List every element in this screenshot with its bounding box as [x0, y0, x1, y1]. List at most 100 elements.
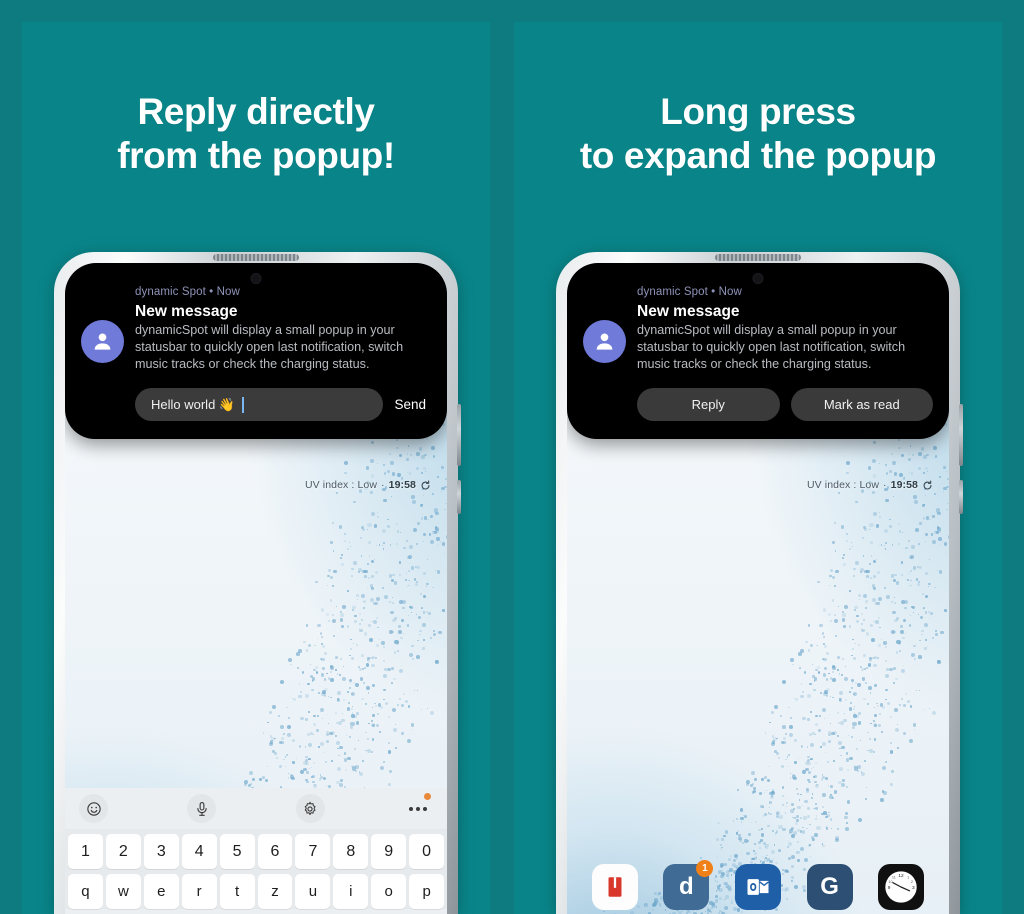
key-p[interactable]: p [409, 874, 445, 909]
clock-icon: 12 3 9 11 1 10 2 [885, 871, 917, 903]
phone-body: UV index : Low · 19:58 dynamic Spot • No… [54, 252, 461, 914]
person-glyph [596, 333, 613, 350]
key-6[interactable]: 6 [257, 834, 293, 869]
headline-left: Reply directly from the popup! [117, 91, 395, 176]
key-1[interactable]: 1 [68, 834, 103, 869]
text-caret [242, 396, 245, 413]
g-app-glyph: G [820, 873, 839, 900]
notification-popup-right[interactable]: dynamic Spot • Now New message dynamicSp… [567, 263, 949, 440]
keyboard-toolbar [65, 788, 447, 829]
notification-separator: • [209, 286, 214, 298]
power-button[interactable] [457, 404, 461, 466]
mark-as-read-button[interactable]: Mark as read [790, 388, 933, 422]
send-button[interactable]: Send [394, 397, 431, 412]
key-q[interactable]: q [68, 874, 103, 909]
book-icon [608, 877, 622, 897]
reply-input[interactable]: Hello world 👋 [135, 388, 384, 422]
svg-text:12: 12 [899, 873, 905, 879]
headline-right: Long press to expand the popup [579, 91, 937, 176]
outlook-app[interactable] [734, 864, 781, 910]
gear-glyph [304, 801, 316, 815]
front-camera-punchhole [250, 273, 262, 284]
g-app[interactable]: G [806, 864, 853, 910]
key-t[interactable]: t [219, 874, 255, 909]
key-3[interactable]: 3 [143, 834, 179, 869]
key-i[interactable]: i [333, 874, 369, 909]
keyboard-letter-row: qwertzuiop [68, 874, 445, 909]
d-app-badge: 1 [696, 860, 714, 877]
uv-index-label: UV index : Low [807, 479, 880, 491]
notification-body: dynamicSpot will display a small popup i… [637, 323, 906, 372]
key-4[interactable]: 4 [181, 834, 217, 869]
g-app-tile: G [806, 864, 853, 910]
reply-button[interactable]: Reply [637, 388, 780, 422]
phone-right: UV index : Low · 19:58 dynamic Spot • No… [556, 252, 963, 914]
keyboard-number-row: 1234567890 [68, 834, 445, 869]
microphone-icon[interactable] [187, 794, 217, 823]
book-app-tile [591, 864, 638, 910]
outlook-app-tile [734, 864, 781, 910]
phone-body: UV index : Low · 19:58 dynamic Spot • No… [556, 252, 963, 914]
key-e[interactable]: e [143, 874, 179, 909]
svg-text:9: 9 [888, 885, 891, 891]
refresh-icon[interactable] [922, 480, 933, 491]
volume-button[interactable] [457, 480, 461, 514]
more-dots [409, 806, 428, 811]
promo-stage: Reply directly from the popup! UV index … [0, 0, 1024, 914]
notification-text: dynamic Spot • Now New message dynamicSp… [637, 286, 933, 422]
d-app[interactable]: d 1 [663, 860, 714, 910]
notification-title: New message [637, 303, 740, 320]
key-z[interactable]: z [257, 874, 293, 909]
svg-text:2: 2 [911, 880, 913, 884]
uv-index-widget[interactable]: UV index : Low · 19:58 [807, 479, 933, 491]
key-7[interactable]: 7 [295, 834, 331, 869]
notification-body: dynamicSpot will display a small popup i… [135, 323, 404, 372]
power-button[interactable] [959, 404, 963, 466]
svg-text:10: 10 [889, 880, 893, 884]
notification-row: dynamic Spot • Now New message dynamicSp… [583, 286, 933, 422]
emoji-glyph [86, 801, 101, 816]
notification-title: New message [135, 303, 238, 320]
uv-index-label: UV index : Low [305, 479, 378, 491]
earpiece-speaker [715, 254, 801, 261]
key-5[interactable]: 5 [219, 834, 255, 869]
notification-popup-left[interactable]: dynamic Spot • Now New message dynamicSp… [65, 263, 447, 440]
notification-app-line: dynamic Spot • Now [637, 286, 933, 298]
phone-screen-left: UV index : Low · 19:58 dynamic Spot • No… [65, 263, 447, 914]
clock-app-tile: 12 3 9 11 1 10 2 [878, 864, 925, 910]
svg-text:11: 11 [892, 875, 896, 879]
phone-screen-right: UV index : Low · 19:58 dynamic Spot • No… [567, 263, 949, 914]
notification-app-name: dynamic Spot [135, 286, 206, 298]
phone-left: UV index : Low · 19:58 dynamic Spot • No… [54, 252, 461, 914]
keyboard: 1234567890 qwertzuiop [65, 788, 447, 914]
book-app[interactable] [591, 864, 638, 910]
uv-index-widget[interactable]: UV index : Low · 19:58 [305, 479, 431, 491]
person-icon [583, 320, 626, 363]
panel-right: Long press to expand the popup UV index … [514, 22, 1002, 914]
notification-dot-badge [424, 793, 431, 800]
earpiece-speaker [213, 254, 299, 261]
notification-time: Now [216, 286, 240, 298]
reply-row: Hello world 👋 Send [135, 388, 431, 422]
volume-button[interactable] [959, 480, 963, 514]
gear-icon[interactable] [295, 794, 325, 823]
key-2[interactable]: 2 [105, 834, 141, 869]
key-r[interactable]: r [181, 874, 217, 909]
front-camera-punchhole [752, 273, 764, 284]
uv-time: 19:58 [890, 479, 918, 491]
key-8[interactable]: 8 [333, 834, 369, 869]
key-w[interactable]: w [105, 874, 141, 909]
uv-separator: · [381, 479, 385, 491]
person-icon [81, 320, 124, 363]
key-0[interactable]: 0 [409, 834, 445, 869]
notification-actions: Reply Mark as read [637, 388, 933, 422]
key-o[interactable]: o [371, 874, 407, 909]
key-9[interactable]: 9 [371, 834, 407, 869]
refresh-icon[interactable] [420, 480, 431, 491]
notification-separator: • [711, 286, 716, 298]
emoji-icon[interactable] [79, 794, 108, 823]
clock-app[interactable]: 12 3 9 11 1 10 2 [878, 864, 925, 910]
key-u[interactable]: u [295, 874, 331, 909]
person-glyph [94, 333, 111, 350]
keyboard-rows: 1234567890 qwertzuiop [65, 829, 447, 909]
